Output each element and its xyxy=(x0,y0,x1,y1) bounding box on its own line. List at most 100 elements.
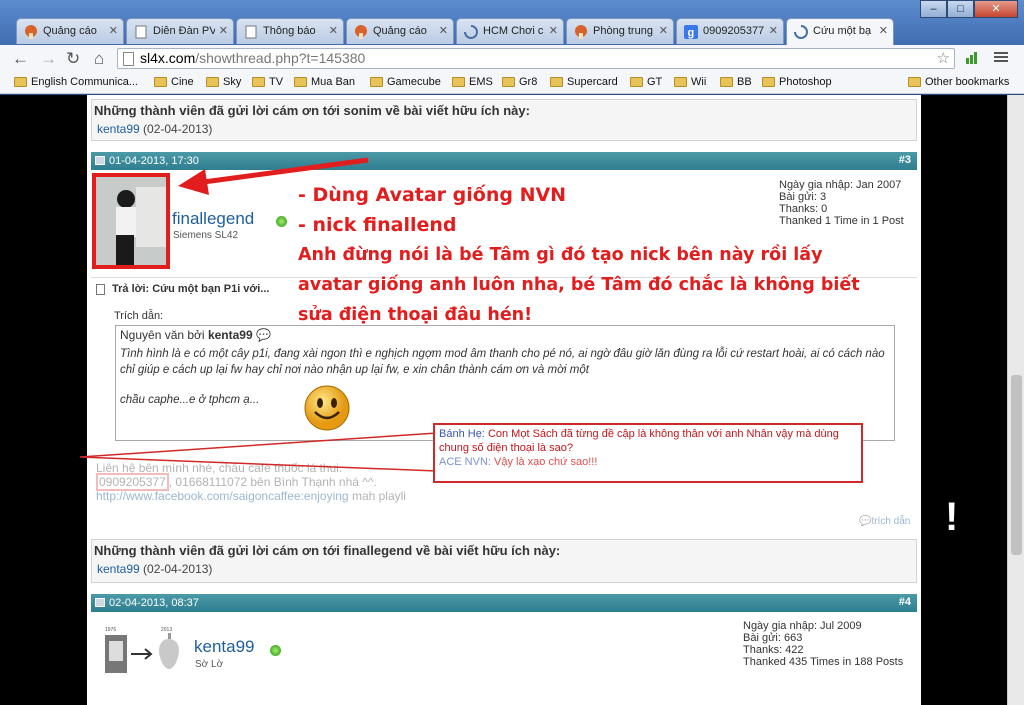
page-icon xyxy=(123,52,134,66)
folder-icon xyxy=(370,77,383,87)
bookmark-folder-photoshop[interactable]: Photoshop xyxy=(762,76,832,88)
page-scrollbar[interactable] xyxy=(1007,95,1024,705)
browser-tab-5[interactable]: HCM Chơi c ✕ xyxy=(456,18,564,44)
folder-icon xyxy=(154,77,167,87)
scrollbar-thumb[interactable] xyxy=(1011,375,1022,555)
browser-tab-4[interactable]: Quảng cáo ✕ xyxy=(346,18,454,44)
bookmark-folder-cine[interactable]: Cine xyxy=(154,76,194,88)
folder-icon xyxy=(674,77,687,87)
folder-icon xyxy=(252,77,265,87)
bookmark-label: Mua Ban xyxy=(311,76,356,88)
bookmark-folder-sky[interactable]: Sky xyxy=(206,76,241,88)
back-arrow-icon[interactable]: ← xyxy=(12,49,29,69)
tab-strip: Quảng cáo ✕ Diễn Đàn PV ✕ Thông báo ✕ Qu… xyxy=(16,18,896,45)
document-favicon-icon xyxy=(244,25,258,39)
maximize-icon[interactable]: □ xyxy=(947,0,974,18)
minimize-icon[interactable]: – xyxy=(920,0,947,18)
folder-icon xyxy=(294,77,307,87)
browser-tab-7[interactable]: g 0909205377 ✕ xyxy=(676,18,784,44)
bookmark-folder-ems[interactable]: EMS xyxy=(452,76,493,88)
note-message-1: Con Mọt Sách đã từng đề cập là không thâ… xyxy=(439,428,839,454)
note-speaker-2: ACE NVN: xyxy=(439,456,491,468)
url-host: sl4x.com xyxy=(140,50,196,66)
note-speaker-1: Bánh Hẹ: xyxy=(439,428,485,440)
bookmark-folder-gamecube[interactable]: Gamecube xyxy=(370,76,441,88)
bookmark-label: GT xyxy=(647,76,663,88)
browser-title-bar: Quảng cáo ✕ Diễn Đàn PV ✕ Thông báo ✕ Qu… xyxy=(0,0,1024,45)
svg-text:g: g xyxy=(688,27,695,39)
bookmark-label: Wii xyxy=(691,76,707,88)
folder-icon xyxy=(630,77,643,87)
close-tab-icon[interactable]: ✕ xyxy=(549,24,558,37)
callout-line xyxy=(79,432,438,472)
tab-label: Cứu một bạ xyxy=(813,25,872,37)
mushroom-favicon-icon xyxy=(574,25,588,39)
bookmark-folder-bb[interactable]: BB xyxy=(720,76,752,88)
chat-note-box: Bánh Hẹ: Con Mọt Sách đã từng đề cập là … xyxy=(433,423,863,483)
browser-tab-2[interactable]: Diễn Đàn PV ✕ xyxy=(126,18,234,44)
annotation-line-5: sửa điện thoại đâu hén! xyxy=(298,305,533,325)
folder-icon xyxy=(550,77,563,87)
folder-icon xyxy=(908,77,921,87)
annotation-line-3: Anh đừng nói là bé Tâm gì đó tạo nick bê… xyxy=(298,245,823,265)
close-window-icon[interactable]: ✕ xyxy=(974,0,1018,18)
bookmark-folder-muaban[interactable]: Mua Ban xyxy=(294,76,355,88)
tab-label: Diễn Đàn PV xyxy=(153,25,215,37)
browser-tab-3[interactable]: Thông báo ✕ xyxy=(236,18,344,44)
browser-tab-8-active[interactable]: Cứu một bạ ✕ xyxy=(786,18,894,45)
bookmark-folder-gt[interactable]: GT xyxy=(630,76,662,88)
tab-label: HCM Chơi c xyxy=(483,25,544,37)
address-bar[interactable]: sl4x.com/showthread.php?t=145380 ☆ xyxy=(117,48,955,69)
tab-label: Quảng cáo xyxy=(43,25,97,37)
close-tab-icon[interactable]: ✕ xyxy=(769,24,778,37)
annotation-line-1: - Dùng Avatar giống NVN xyxy=(298,184,567,206)
folder-icon xyxy=(762,77,775,87)
tab-label: Quảng cáo xyxy=(373,25,427,37)
signal-bars-icon[interactable] xyxy=(965,50,979,69)
browser-tab-1[interactable]: Quảng cáo ✕ xyxy=(16,18,124,44)
bookmark-label: Sky xyxy=(223,76,242,88)
folder-icon xyxy=(502,77,515,87)
close-tab-icon[interactable]: ✕ xyxy=(879,24,888,37)
close-tab-icon[interactable]: ✕ xyxy=(109,24,118,37)
home-icon[interactable]: ⌂ xyxy=(94,49,104,69)
forward-arrow-icon[interactable]: → xyxy=(40,49,57,69)
reload-icon[interactable]: ↻ xyxy=(66,49,80,69)
mushroom-favicon-icon xyxy=(24,25,38,39)
url-path: /showthread.php?t=145380 xyxy=(195,50,366,66)
bookmark-folder-gr8[interactable]: Gr8 xyxy=(502,76,537,88)
bookmark-folder-other[interactable]: Other bookmarks xyxy=(908,76,1009,88)
note-line-2: ACE NVN: Vậy là xạo chứ sao!!! xyxy=(439,455,857,469)
bookmark-folder-english[interactable]: English Communica... xyxy=(14,76,138,88)
folder-icon xyxy=(14,77,27,87)
bookmark-folder-supercard[interactable]: Supercard xyxy=(550,76,618,88)
mushroom-favicon-icon xyxy=(354,25,368,39)
google-favicon-icon: g xyxy=(684,25,698,39)
bookmark-label: TV xyxy=(269,76,284,88)
bookmark-label: Photoshop xyxy=(779,76,832,88)
bookmark-star-icon[interactable]: ☆ xyxy=(937,49,950,67)
wrench-menu-icon[interactable] xyxy=(993,50,1009,69)
browser-tab-6[interactable]: Phòng trung ✕ xyxy=(566,18,674,44)
bookmark-label: EMS xyxy=(469,76,493,88)
bookmark-label: Gr8 xyxy=(519,76,538,88)
tab-label: Phòng trung xyxy=(593,25,653,37)
loading-spinner-icon xyxy=(464,25,478,39)
close-tab-icon[interactable]: ✕ xyxy=(329,24,338,37)
note-line-1: Bánh Hẹ: Con Mọt Sách đã từng đề cập là … xyxy=(439,427,857,455)
browser-toolbar: ← → ↻ ⌂ sl4x.com/showthread.php?t=145380… xyxy=(0,45,1024,72)
annotation-line-4: avatar giống anh luôn nha, bé Tâm đó chắ… xyxy=(298,275,860,295)
bookmark-folder-wii[interactable]: Wii xyxy=(674,76,706,88)
bookmark-label: BB xyxy=(737,76,752,88)
bookmark-label: Supercard xyxy=(567,76,618,88)
folder-icon xyxy=(452,77,465,87)
tab-label: 0909205377 xyxy=(703,25,765,37)
close-tab-icon[interactable]: ✕ xyxy=(659,24,668,37)
close-tab-icon[interactable]: ✕ xyxy=(219,24,228,37)
bookmark-label: English Communica... xyxy=(31,76,138,88)
bookmark-folder-tv[interactable]: TV xyxy=(252,76,283,88)
bookmark-label: Cine xyxy=(171,76,194,88)
bookmark-label: Other bookmarks xyxy=(925,76,1010,88)
tab-label: Thông báo xyxy=(263,25,316,37)
close-tab-icon[interactable]: ✕ xyxy=(439,24,448,37)
